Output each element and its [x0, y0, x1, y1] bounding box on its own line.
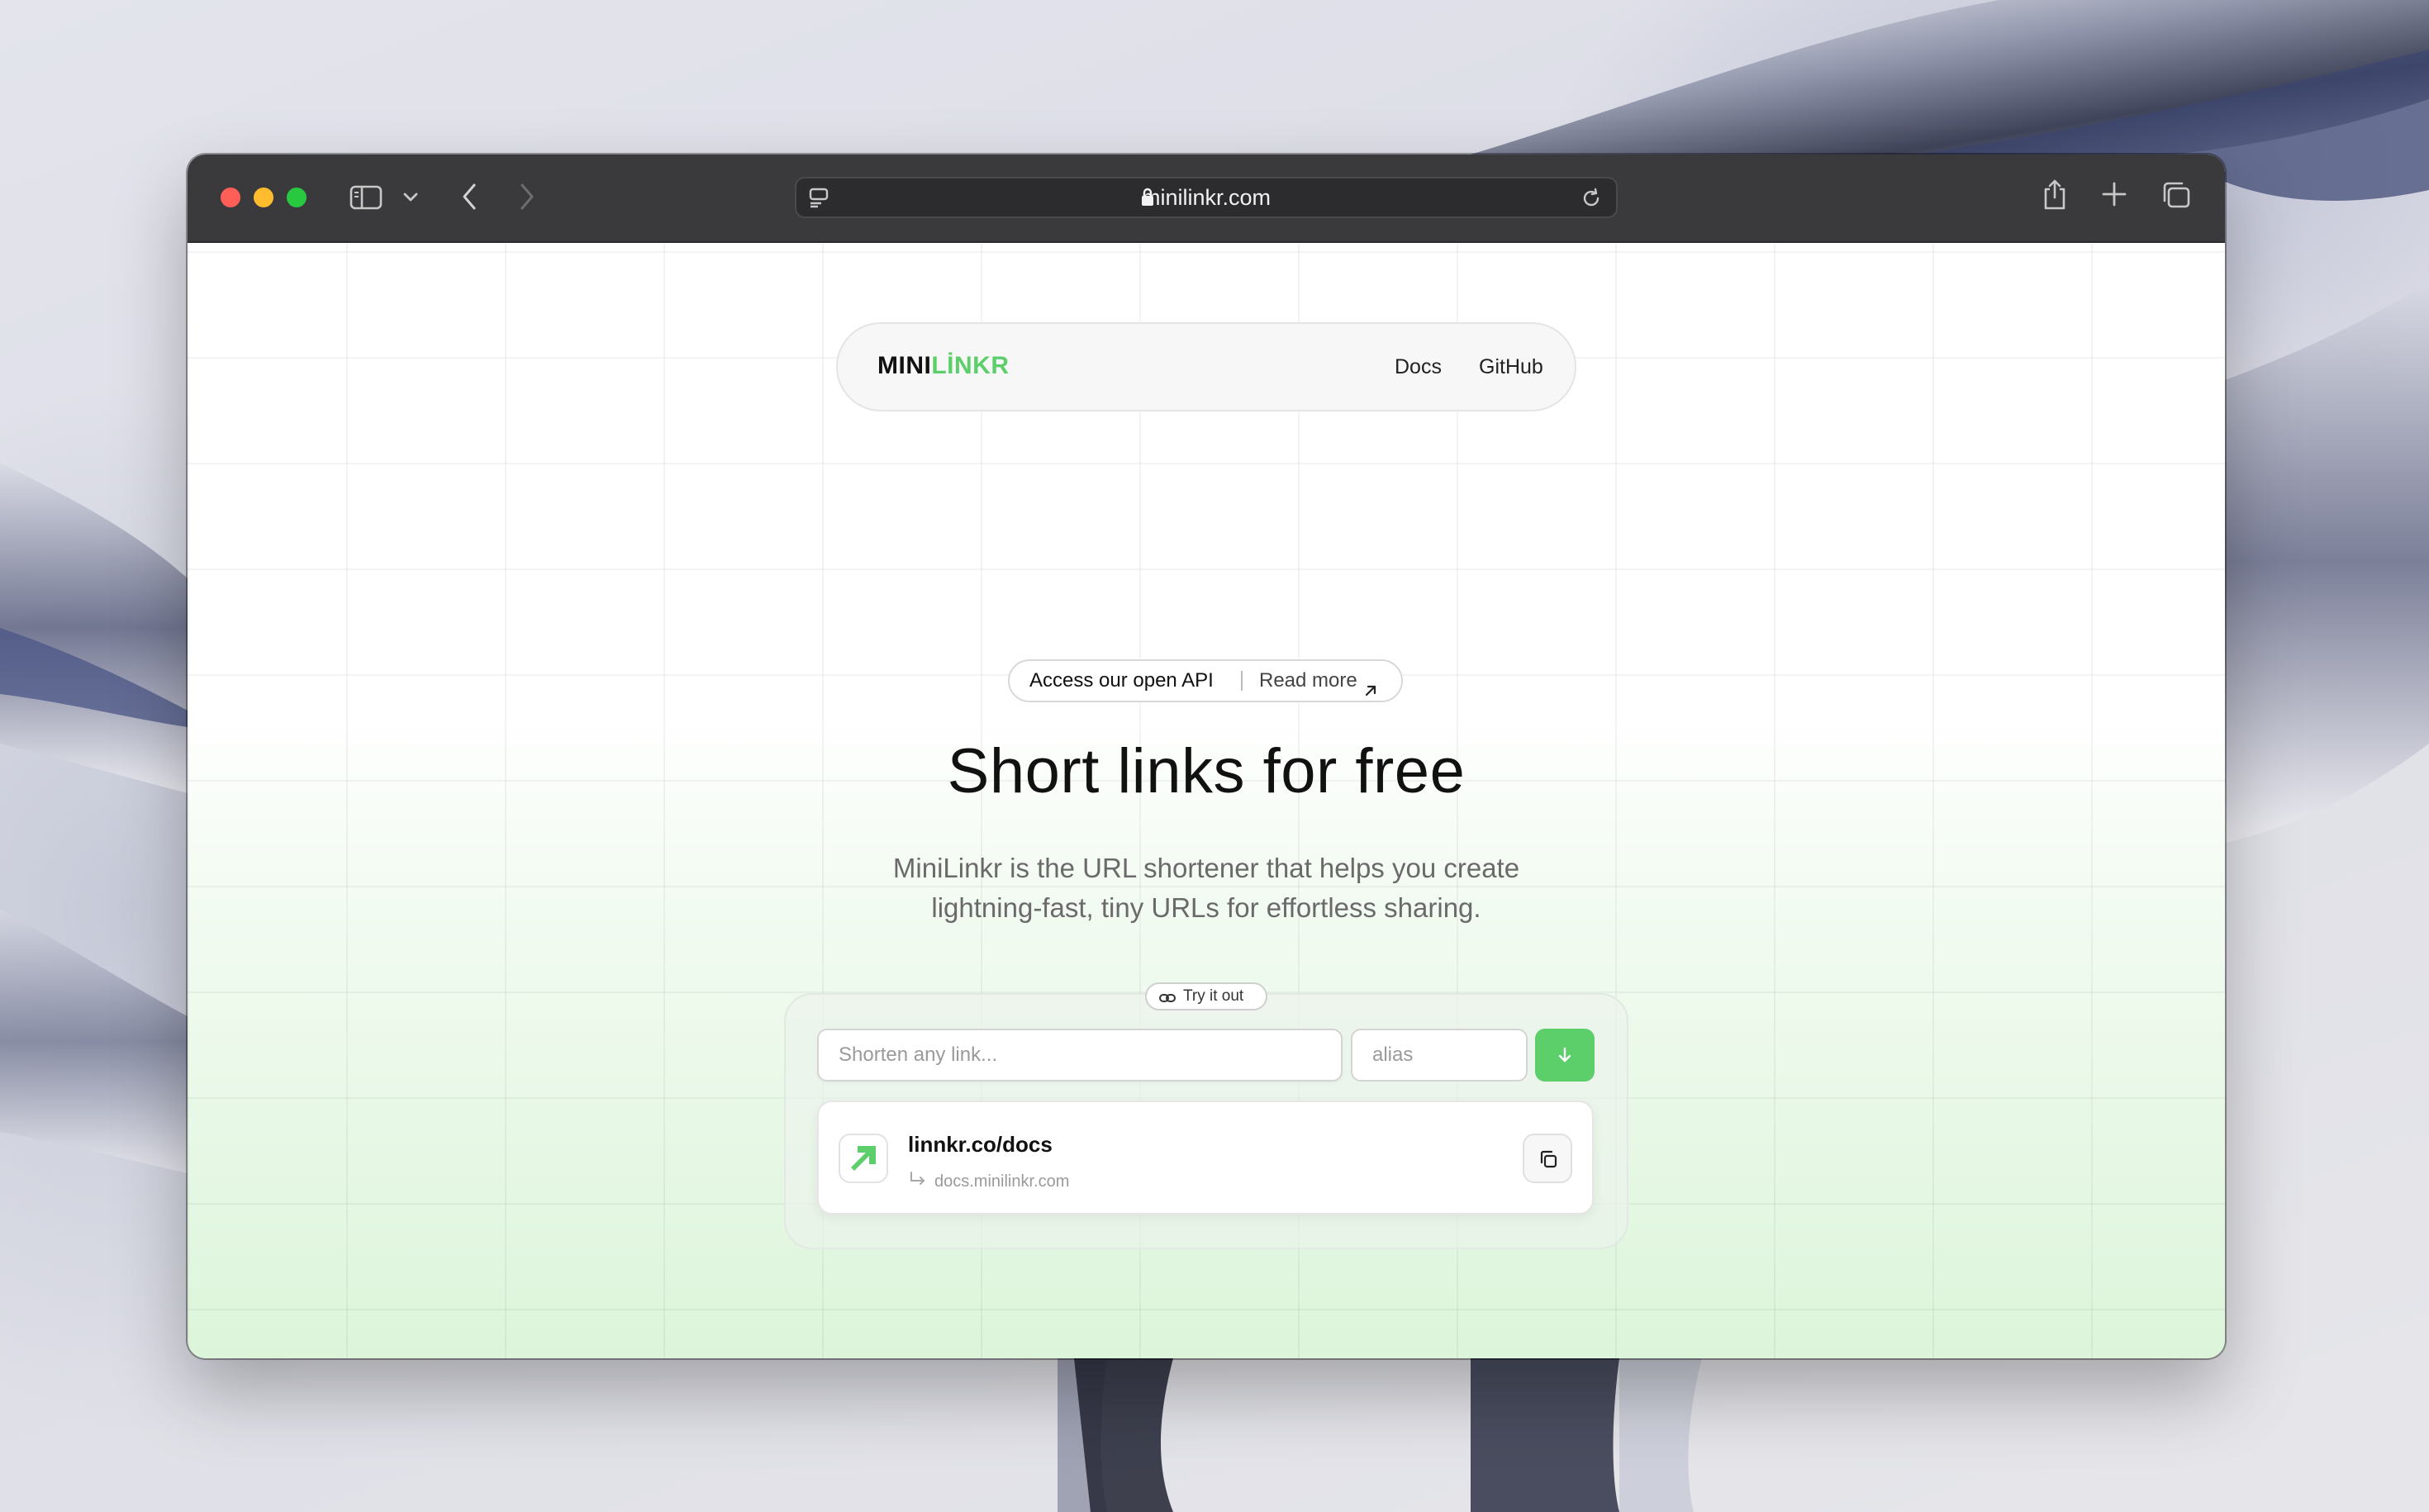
shorten-submit-button[interactable]	[1535, 1029, 1595, 1082]
tabs-icon[interactable]	[2160, 181, 2190, 209]
close-window-button[interactable]	[221, 188, 240, 207]
new-tab-icon[interactable]	[2101, 181, 2127, 207]
browser-window: minilinkr.com MINILİNKR Docs GitHub Acce…	[188, 155, 2225, 1358]
hero-subtitle: MiniLinkr is the URL shortener that help…	[892, 853, 1520, 923]
pill-divider	[1241, 671, 1243, 691]
share-icon[interactable]	[2042, 178, 2068, 211]
link-icon	[1158, 989, 1176, 1014]
url-text[interactable]: minilinkr.com	[796, 178, 1616, 216]
original-url: docs.minilinkr.com	[934, 1172, 1070, 1191]
try-it-label: Try it out	[1183, 987, 1244, 1005]
forward-icon[interactable]	[518, 183, 536, 211]
short-url[interactable]: linnkr.co/docs	[908, 1132, 1053, 1158]
arrow-up-right-icon	[1363, 673, 1378, 712]
brand-logo[interactable]: MINILİNKR	[877, 352, 1009, 380]
zoom-window-button[interactable]	[287, 188, 307, 207]
nav-docs-link[interactable]: Docs	[1395, 355, 1442, 379]
back-icon[interactable]	[460, 183, 478, 211]
brand-logo-mini: MINI	[877, 352, 932, 379]
api-announcement-pill[interactable]: Access our open API Read more	[1008, 659, 1403, 702]
read-more-link[interactable]: Read more	[1259, 661, 1357, 701]
alias-input[interactable]	[1351, 1029, 1528, 1082]
api-announcement-text: Access our open API	[1029, 669, 1214, 692]
try-it-badge: Try it out	[1145, 982, 1267, 1010]
arrow-up-right-icon	[851, 1146, 876, 1171]
browser-toolbar: minilinkr.com	[188, 155, 2225, 243]
link-favicon	[839, 1134, 888, 1183]
page-content: MINILİNKR Docs GitHub Access our open AP…	[188, 243, 2225, 1358]
shortened-link-card: linnkr.co/docs docs.minilinkr.com	[817, 1101, 1594, 1215]
minimize-window-button[interactable]	[254, 188, 273, 207]
copy-icon	[1540, 1150, 1557, 1168]
copy-link-button[interactable]	[1523, 1134, 1572, 1183]
shorten-link-input[interactable]	[817, 1029, 1343, 1082]
reload-icon[interactable]	[1580, 187, 1603, 210]
chevron-down-icon[interactable]	[402, 192, 419, 203]
arrow-down-icon	[1558, 1047, 1571, 1063]
nav-github-link[interactable]: GitHub	[1479, 355, 1543, 379]
sidebar-icon[interactable]	[349, 185, 383, 210]
brand-logo-linkr: LİNKR	[931, 352, 1010, 379]
redirect-arrow-icon	[908, 1170, 928, 1194]
site-navbar: MINILİNKR Docs GitHub	[836, 322, 1576, 411]
hero-title: Short links for free	[947, 736, 1466, 806]
address-bar[interactable]: minilinkr.com	[795, 177, 1618, 218]
